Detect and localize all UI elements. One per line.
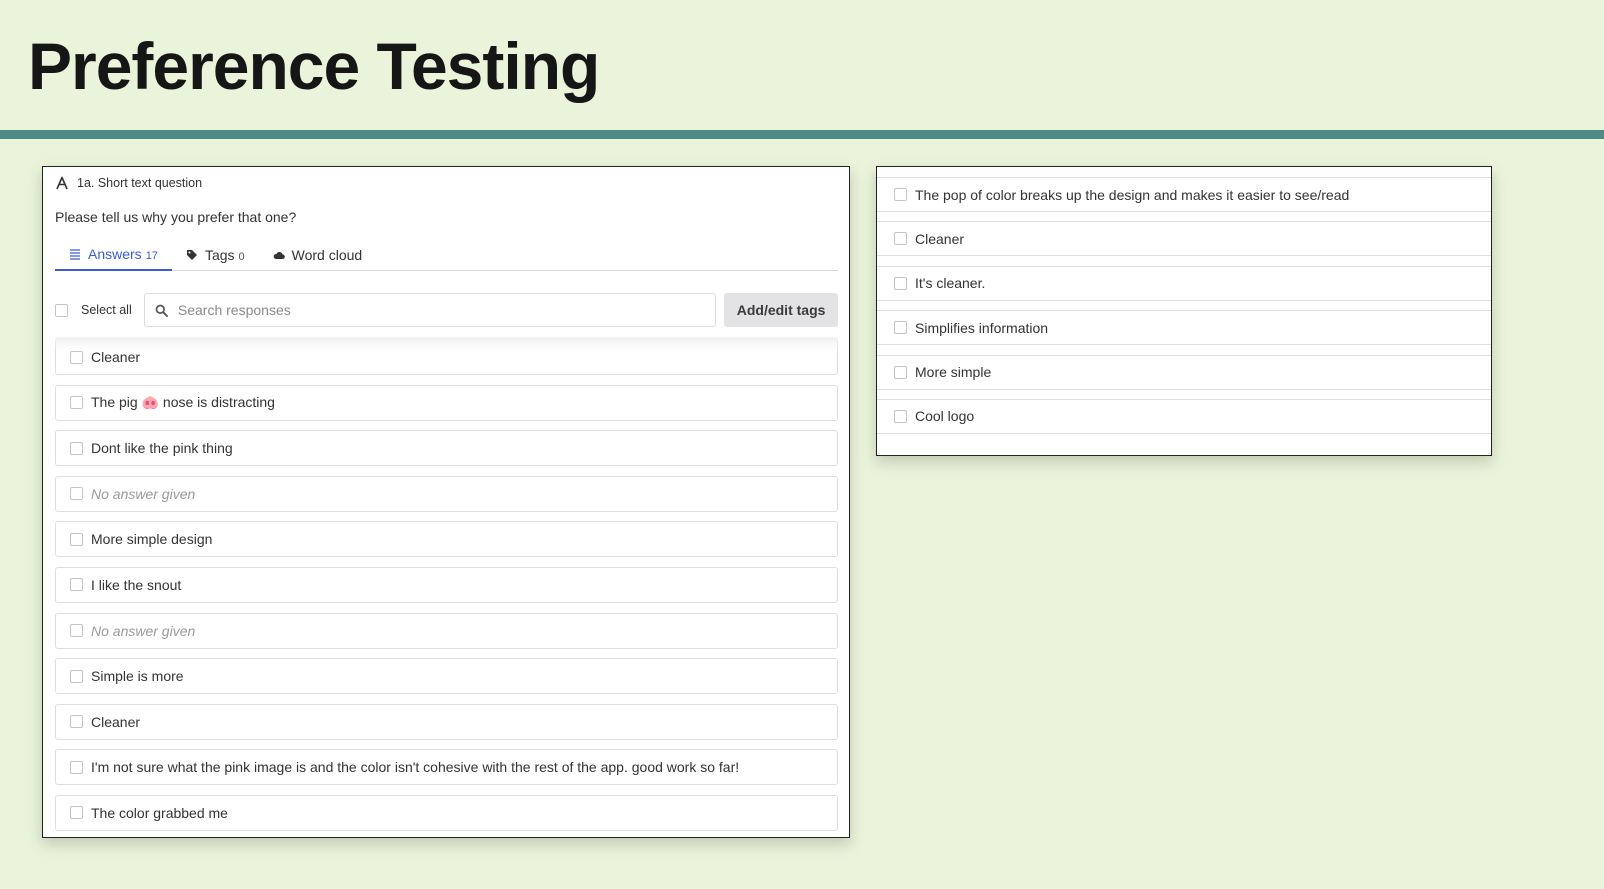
answer-checkbox[interactable] — [894, 321, 907, 335]
answer-checkbox[interactable] — [70, 441, 83, 455]
question-header: 1a. Short text question — [55, 174, 202, 192]
answer-text: It's cleaner. — [915, 275, 986, 292]
select-all-checkbox[interactable] — [55, 303, 68, 317]
list-item[interactable]: The pig 🐽 nose is distracting — [55, 384, 838, 421]
list-item[interactable]: Simple is more — [55, 658, 838, 695]
answer-text: Cool logo — [915, 408, 975, 425]
answer-text: No answer given — [91, 485, 196, 502]
list-item[interactable]: Cool logo — [877, 398, 1491, 434]
answer-text: I'm not sure what the pink image is and … — [91, 759, 740, 776]
list-item[interactable]: More simple — [877, 354, 1491, 390]
answer-checkbox[interactable] — [894, 188, 907, 201]
answer-text: The color grabbed me — [91, 804, 228, 821]
list-item[interactable]: I'm not sure what the pink image is and … — [55, 749, 838, 786]
list-icon — [70, 249, 80, 260]
answers-list-continued: The pop of color breaks up the design an… — [877, 177, 1491, 443]
answer-text: I like the snout — [91, 576, 182, 593]
answer-checkbox[interactable] — [70, 350, 83, 364]
tab-tags-count: 0 — [238, 250, 245, 263]
answer-checkbox[interactable] — [70, 396, 83, 410]
list-item[interactable]: Simplifies information — [877, 310, 1491, 346]
answers-list: Cleaner The pig 🐽 nose is distracting Do… — [55, 339, 838, 837]
answer-text: Cleaner — [91, 713, 141, 730]
tag-icon — [186, 250, 197, 260]
list-item[interactable]: It's cleaner. — [877, 265, 1491, 301]
list-item[interactable]: Dont like the pink thing — [55, 430, 838, 467]
title-divider — [0, 130, 1604, 139]
answer-checkbox[interactable] — [894, 276, 907, 290]
answer-checkbox[interactable] — [70, 806, 83, 820]
answer-text: Dont like the pink thing — [91, 440, 233, 457]
list-item[interactable]: I like the snout — [55, 566, 838, 603]
answer-checkbox[interactable] — [70, 669, 83, 683]
question-results-panel: 1a. Short text question Please tell us w… — [42, 166, 850, 838]
answer-checkbox[interactable] — [894, 409, 907, 423]
answer-checkbox[interactable] — [70, 624, 83, 638]
answer-text: Cleaner — [91, 349, 141, 365]
list-item[interactable]: The color grabbed me — [55, 794, 838, 831]
list-item[interactable]: No answer given — [55, 475, 838, 512]
tab-word-cloud[interactable]: Word cloud — [259, 239, 377, 271]
answer-checkbox[interactable] — [70, 532, 83, 546]
answer-text: The pop of color breaks up the design an… — [915, 186, 1350, 203]
tab-answers-count: 17 — [145, 249, 158, 262]
answer-checkbox[interactable] — [70, 578, 83, 592]
answer-checkbox[interactable] — [894, 365, 907, 379]
list-item[interactable]: The pop of color breaks up the design an… — [877, 177, 1491, 212]
tab-tags-label: Tags — [204, 247, 235, 263]
answers-continued-panel: The pop of color breaks up the design an… — [876, 166, 1492, 456]
answer-checkbox[interactable] — [70, 487, 83, 501]
list-item[interactable]: No answer given — [55, 612, 838, 649]
answer-text: Cleaner — [915, 230, 965, 247]
answers-toolbar: Select all Add/edit tags — [55, 293, 838, 327]
select-all[interactable]: Select all — [55, 303, 144, 317]
answer-checkbox[interactable] — [70, 715, 83, 729]
list-item[interactable]: Cleaner — [877, 221, 1491, 257]
list-item[interactable]: Cleaner — [55, 339, 838, 375]
tab-word-cloud-label: Word cloud — [291, 247, 363, 263]
list-item[interactable]: Cleaner — [55, 703, 838, 740]
answer-text: No answer given — [91, 622, 196, 639]
tab-answers[interactable]: Answers 17 — [55, 239, 172, 271]
page-title: Preference Testing — [28, 29, 600, 103]
tab-tags[interactable]: Tags 0 — [172, 239, 259, 271]
select-all-label: Select all — [81, 303, 132, 317]
search-icon — [155, 304, 168, 317]
short-text-icon — [56, 176, 68, 190]
answer-text: More simple — [915, 364, 992, 381]
cloud-icon — [273, 251, 285, 259]
search-input[interactable] — [177, 302, 698, 318]
results-tabs: Answers 17 Tags 0 Word cloud — [55, 239, 838, 271]
question-text: Please tell us why you prefer that one? — [55, 209, 297, 225]
answer-checkbox[interactable] — [70, 760, 83, 774]
search-box[interactable] — [143, 293, 717, 327]
answer-text: More simple design — [91, 531, 213, 548]
add-edit-tags-button[interactable]: Add/edit tags — [724, 293, 838, 327]
answer-text: Simple is more — [91, 668, 184, 685]
answer-checkbox[interactable] — [894, 232, 907, 246]
question-label: 1a. Short text question — [77, 176, 203, 190]
tab-answers-label: Answers — [88, 246, 142, 262]
list-item[interactable]: More simple design — [55, 521, 838, 558]
answer-text: The pig 🐽 nose is distracting — [91, 394, 275, 411]
answer-text: Simplifies information — [915, 319, 1049, 336]
